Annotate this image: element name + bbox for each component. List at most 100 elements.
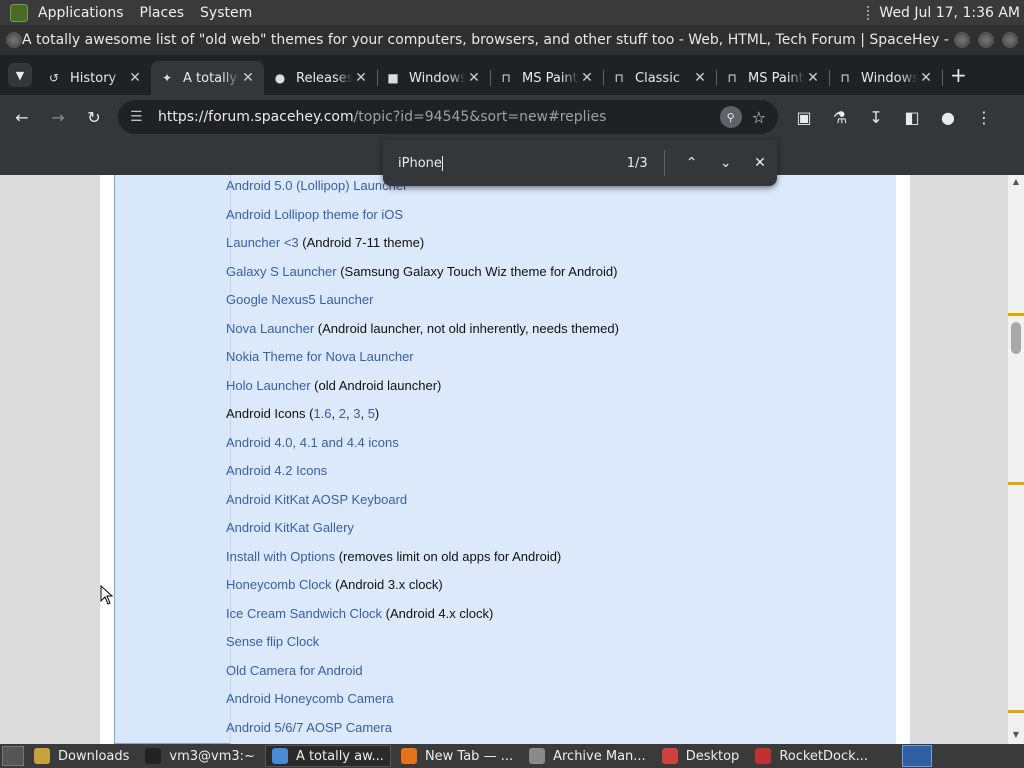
- theme-link[interactable]: Galaxy S Launcher: [226, 264, 337, 279]
- find-in-page-indicator-icon[interactable]: ⚲: [719, 106, 742, 128]
- tab-close-icon[interactable]: ✕: [579, 70, 595, 86]
- theme-link[interactable]: Nokia Theme for Nova Launcher: [226, 349, 414, 364]
- vertical-scrollbar[interactable]: ▲ ▼: [1008, 175, 1024, 744]
- find-next-button[interactable]: ⌄: [709, 155, 743, 171]
- menu-applications[interactable]: Applications: [30, 5, 132, 21]
- applications-logo-icon[interactable]: [10, 3, 28, 22]
- tab-2[interactable]: ● Releases ✕: [264, 61, 378, 95]
- tab-0[interactable]: ↺ History ✕: [38, 61, 151, 95]
- version-link[interactable]: 2: [339, 406, 346, 421]
- taskbar-item-0[interactable]: Downloads: [28, 745, 135, 767]
- taskbar-item-2[interactable]: A totally aw...: [264, 745, 391, 767]
- tab-close-icon[interactable]: ✕: [127, 70, 143, 86]
- tab-label: Windows: [861, 70, 918, 86]
- window-menu-icon[interactable]: [6, 32, 22, 48]
- page-viewport[interactable]: Android 5.0 (Lollipop) Launcher Android L…: [0, 175, 1008, 744]
- taskbar-item-6[interactable]: RocketDock...: [749, 745, 874, 767]
- theme-link[interactable]: Install with Options: [226, 549, 335, 564]
- taskbar-item-1[interactable]: vm3@vm3:~: [139, 745, 261, 767]
- version-link[interactable]: 1.6: [313, 406, 331, 421]
- tab-close-icon[interactable]: ✕: [692, 70, 708, 86]
- taskbar-item-5[interactable]: Desktop: [656, 745, 746, 767]
- labs-flask-icon[interactable]: ⚗: [822, 99, 858, 135]
- theme-link[interactable]: Nova Launcher: [226, 321, 314, 336]
- extensions-icon[interactable]: ▣: [786, 99, 822, 135]
- find-close-button[interactable]: ✕: [743, 155, 777, 171]
- find-input[interactable]: iPhone: [398, 155, 588, 171]
- theme-link[interactable]: Android KitKat AOSP Keyboard: [226, 492, 407, 507]
- list-item: Galaxy S Launcher (Samsung Galaxy Touch …: [226, 264, 619, 293]
- theme-link[interactable]: Android KitKat Gallery: [226, 520, 354, 535]
- tab-7[interactable]: ⊓ Windows ✕: [829, 61, 943, 95]
- taskbar-item-label: Downloads: [58, 748, 130, 764]
- scroll-down-arrow-icon[interactable]: ▼: [1008, 730, 1024, 739]
- side-panel-icon[interactable]: ◧: [894, 99, 930, 135]
- forward-button[interactable]: →: [40, 99, 76, 135]
- show-desktop-button[interactable]: [2, 746, 24, 766]
- theme-link[interactable]: Android Lollipop theme for iOS: [226, 207, 403, 222]
- tab-5[interactable]: ⊓ Classic ✕: [603, 61, 717, 95]
- history-icon: ↺: [48, 71, 60, 85]
- comma-separator: ,: [331, 406, 339, 421]
- theme-link[interactable]: Holo Launcher: [226, 378, 311, 393]
- scrollbar-thumb[interactable]: [1011, 322, 1021, 354]
- tab-search-button[interactable]: ▼: [8, 63, 32, 87]
- clock[interactable]: Wed Jul 17, 1:36 AM: [879, 5, 1020, 21]
- archive-icon: ⊓: [727, 71, 737, 85]
- theme-link[interactable]: Old Camera for Android: [226, 663, 363, 678]
- address-bar[interactable]: ☰ https://forum.spacehey.com/topic?id=94…: [118, 100, 778, 134]
- tab-close-icon[interactable]: ✕: [240, 70, 256, 86]
- tab-close-icon[interactable]: ✕: [918, 70, 934, 86]
- taskbar-item-4[interactable]: Archive Man...: [523, 745, 652, 767]
- theme-link[interactable]: Android 4.2 Icons: [226, 463, 327, 478]
- new-tab-button[interactable]: +: [950, 63, 967, 87]
- tab-1[interactable]: ✦ A totally awesome list✕: [151, 61, 264, 95]
- tab-3[interactable]: ■ Windows ✕: [377, 61, 491, 95]
- list-item: Nova Launcher (Android launcher, not old…: [226, 321, 619, 350]
- list-item: Android 4.2 Icons: [226, 463, 619, 492]
- theme-link[interactable]: Launcher <3: [226, 235, 299, 250]
- reload-button[interactable]: ↻: [76, 99, 112, 135]
- maximize-button[interactable]: [978, 32, 994, 48]
- workspace-switcher[interactable]: [902, 745, 932, 767]
- window-title-bar[interactable]: A totally awesome list of "old web" them…: [0, 25, 1024, 55]
- theme-link[interactable]: Honeycomb Clock: [226, 577, 332, 592]
- close-window-button[interactable]: [1002, 32, 1018, 48]
- back-button[interactable]: ←: [4, 99, 40, 135]
- list-item: Sense flip Clock: [226, 634, 619, 663]
- firefox-icon: [400, 748, 417, 764]
- theme-link[interactable]: Sense flip Clock: [226, 634, 319, 649]
- tab-close-icon[interactable]: ✕: [805, 70, 821, 86]
- theme-link[interactable]: Android Honeycomb Camera: [226, 691, 394, 706]
- archive-icon: ⊓: [614, 71, 624, 85]
- menu-kebab-icon[interactable]: ⋮: [966, 99, 1002, 135]
- tab-label: Classic: [635, 70, 680, 86]
- tab-6[interactable]: ⊓ MS Paint ✕: [716, 61, 830, 95]
- bookmark-star-icon[interactable]: ☆: [752, 108, 766, 127]
- profile-icon[interactable]: ●: [930, 99, 966, 135]
- version-link[interactable]: 5: [368, 406, 375, 421]
- find-previous-button[interactable]: ⌃: [675, 155, 709, 171]
- spacehey-icon: ✦: [161, 71, 173, 85]
- tab-close-icon[interactable]: ✕: [466, 70, 482, 86]
- archive-manager-icon: [529, 748, 546, 764]
- theme-link[interactable]: Google Nexus5 Launcher: [226, 292, 373, 307]
- scroll-up-arrow-icon[interactable]: ▲: [1008, 177, 1024, 186]
- list-item: Google Nexus5 Launcher: [226, 292, 619, 321]
- find-match-marker: [1008, 710, 1024, 713]
- link-note: (Android 4.x clock): [382, 605, 494, 621]
- minimize-button[interactable]: [954, 32, 970, 48]
- theme-link[interactable]: Android 5.0 (Lollipop) Launcher: [226, 178, 407, 193]
- menu-places[interactable]: Places: [132, 5, 193, 21]
- link-note: (Android 3.x clock): [331, 577, 443, 592]
- tab-close-icon[interactable]: ✕: [353, 70, 369, 86]
- tab-4[interactable]: ⊓ MS Paint ✕: [490, 61, 604, 95]
- theme-link[interactable]: Android 4.0, 4.1 and 4.4 icons: [226, 435, 399, 450]
- taskbar-item-3[interactable]: New Tab — ...: [395, 745, 519, 767]
- theme-link[interactable]: Ice Cream Sandwich Clock: [226, 606, 382, 621]
- menu-system[interactable]: System: [192, 5, 260, 21]
- site-info-icon[interactable]: ☰: [130, 109, 148, 125]
- downloads-icon[interactable]: ↧: [858, 99, 894, 135]
- chromium-icon: [271, 748, 288, 764]
- theme-link[interactable]: Android 5/6/7 AOSP Camera: [226, 720, 392, 735]
